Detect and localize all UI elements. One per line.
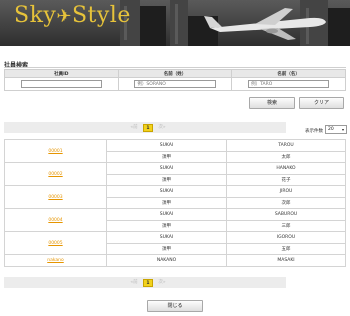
first-name-roman: IGOROU [226,231,346,244]
last-name-roman: SUKAI [106,139,227,152]
last-name-roman: SUKAI [106,231,227,244]
employee-id-link[interactable]: 00003 [48,195,62,200]
column-header-first-name: 名前（名） [231,69,346,78]
prev-page-link[interactable]: «前 [128,279,140,287]
last-name-kanji: 須甲 [106,173,227,186]
first-name-roman: JIROU [226,185,346,198]
first-name-input[interactable] [248,80,330,88]
last-name-roman: NAKANO [106,254,227,267]
last-name-roman: SUKAI [106,208,227,221]
first-name-kanji: 花子 [226,173,346,186]
next-page-link[interactable]: 次» [156,279,168,287]
last-name-input[interactable] [134,80,216,88]
table-row: 00001 SUKAI TAROU [4,139,346,163]
employee-id-link[interactable]: 00002 [48,172,62,177]
current-page[interactable]: 1 [143,124,153,132]
column-header-employee-id: 社員ID [4,69,119,78]
first-name-roman: MASAKI [226,254,346,267]
first-name-kanji: 太郎 [226,150,346,163]
table-row: 00004 SUKAI SABUROU [4,208,346,232]
employee-id-link[interactable]: 00001 [48,149,62,154]
last-name-roman: SUKAI [106,162,227,175]
close-button[interactable]: 閉じる [147,300,203,312]
table-row: 00002 SUKAI HANAKO [4,162,346,186]
table-row: 00005 SUKAI IGOROU [4,231,346,255]
current-page[interactable]: 1 [143,279,153,287]
next-page-link[interactable]: 次» [156,124,168,132]
prev-page-link[interactable]: «前 [128,124,140,132]
clear-button[interactable]: クリア [299,97,344,109]
employee-id-link[interactable]: 00005 [48,241,62,246]
employee-id-input[interactable] [20,80,102,88]
employee-id-link[interactable]: nakano [47,258,64,263]
building-graphic [328,8,350,46]
divider [4,67,346,68]
column-header-last-name: 名前（姓） [117,69,233,78]
first-name-roman: SABUROU [226,208,346,221]
employee-id-link[interactable]: 00004 [48,218,62,223]
pagination-top: «前 1 次» [4,122,286,133]
first-name-roman: TAROU [226,139,346,152]
building-graphic [170,0,188,46]
per-page-select[interactable]: 20 ▾ [325,125,347,134]
search-form: 社員ID 名前（姓） 名前（名） [4,69,346,91]
per-page-label: 表示件数 [305,129,323,134]
table-row: nakano NAKANO MASAKI [4,254,346,267]
airplane-icon: ✈ [56,6,72,27]
table-row: 00003 SUKAI JIROU [4,185,346,209]
last-name-kanji: 須甲 [106,196,227,209]
header-banner: Sky✈Style [0,0,350,46]
first-name-kanji: 三郎 [226,219,346,232]
chevron-down-icon: ▾ [341,127,344,132]
results-table: 00001 SUKAI TAROU 須甲 太郎 00002 SUKAI HANA… [4,139,346,267]
pagination-bottom: «前 1 次» [4,277,286,288]
app-logo: Sky✈Style [14,3,131,28]
last-name-kanji: 須甲 [106,219,227,232]
last-name-kanji: 須甲 [106,242,227,255]
first-name-roman: HANAKO [226,162,346,175]
last-name-kanji: 須甲 [106,150,227,163]
first-name-kanji: 五郎 [226,242,346,255]
search-button[interactable]: 検索 [249,97,295,109]
first-name-kanji: 次郎 [226,196,346,209]
airplane-graphic [204,8,326,40]
last-name-roman: SUKAI [106,185,227,198]
per-page-value: 20 [328,127,334,132]
building-graphic [140,6,166,46]
